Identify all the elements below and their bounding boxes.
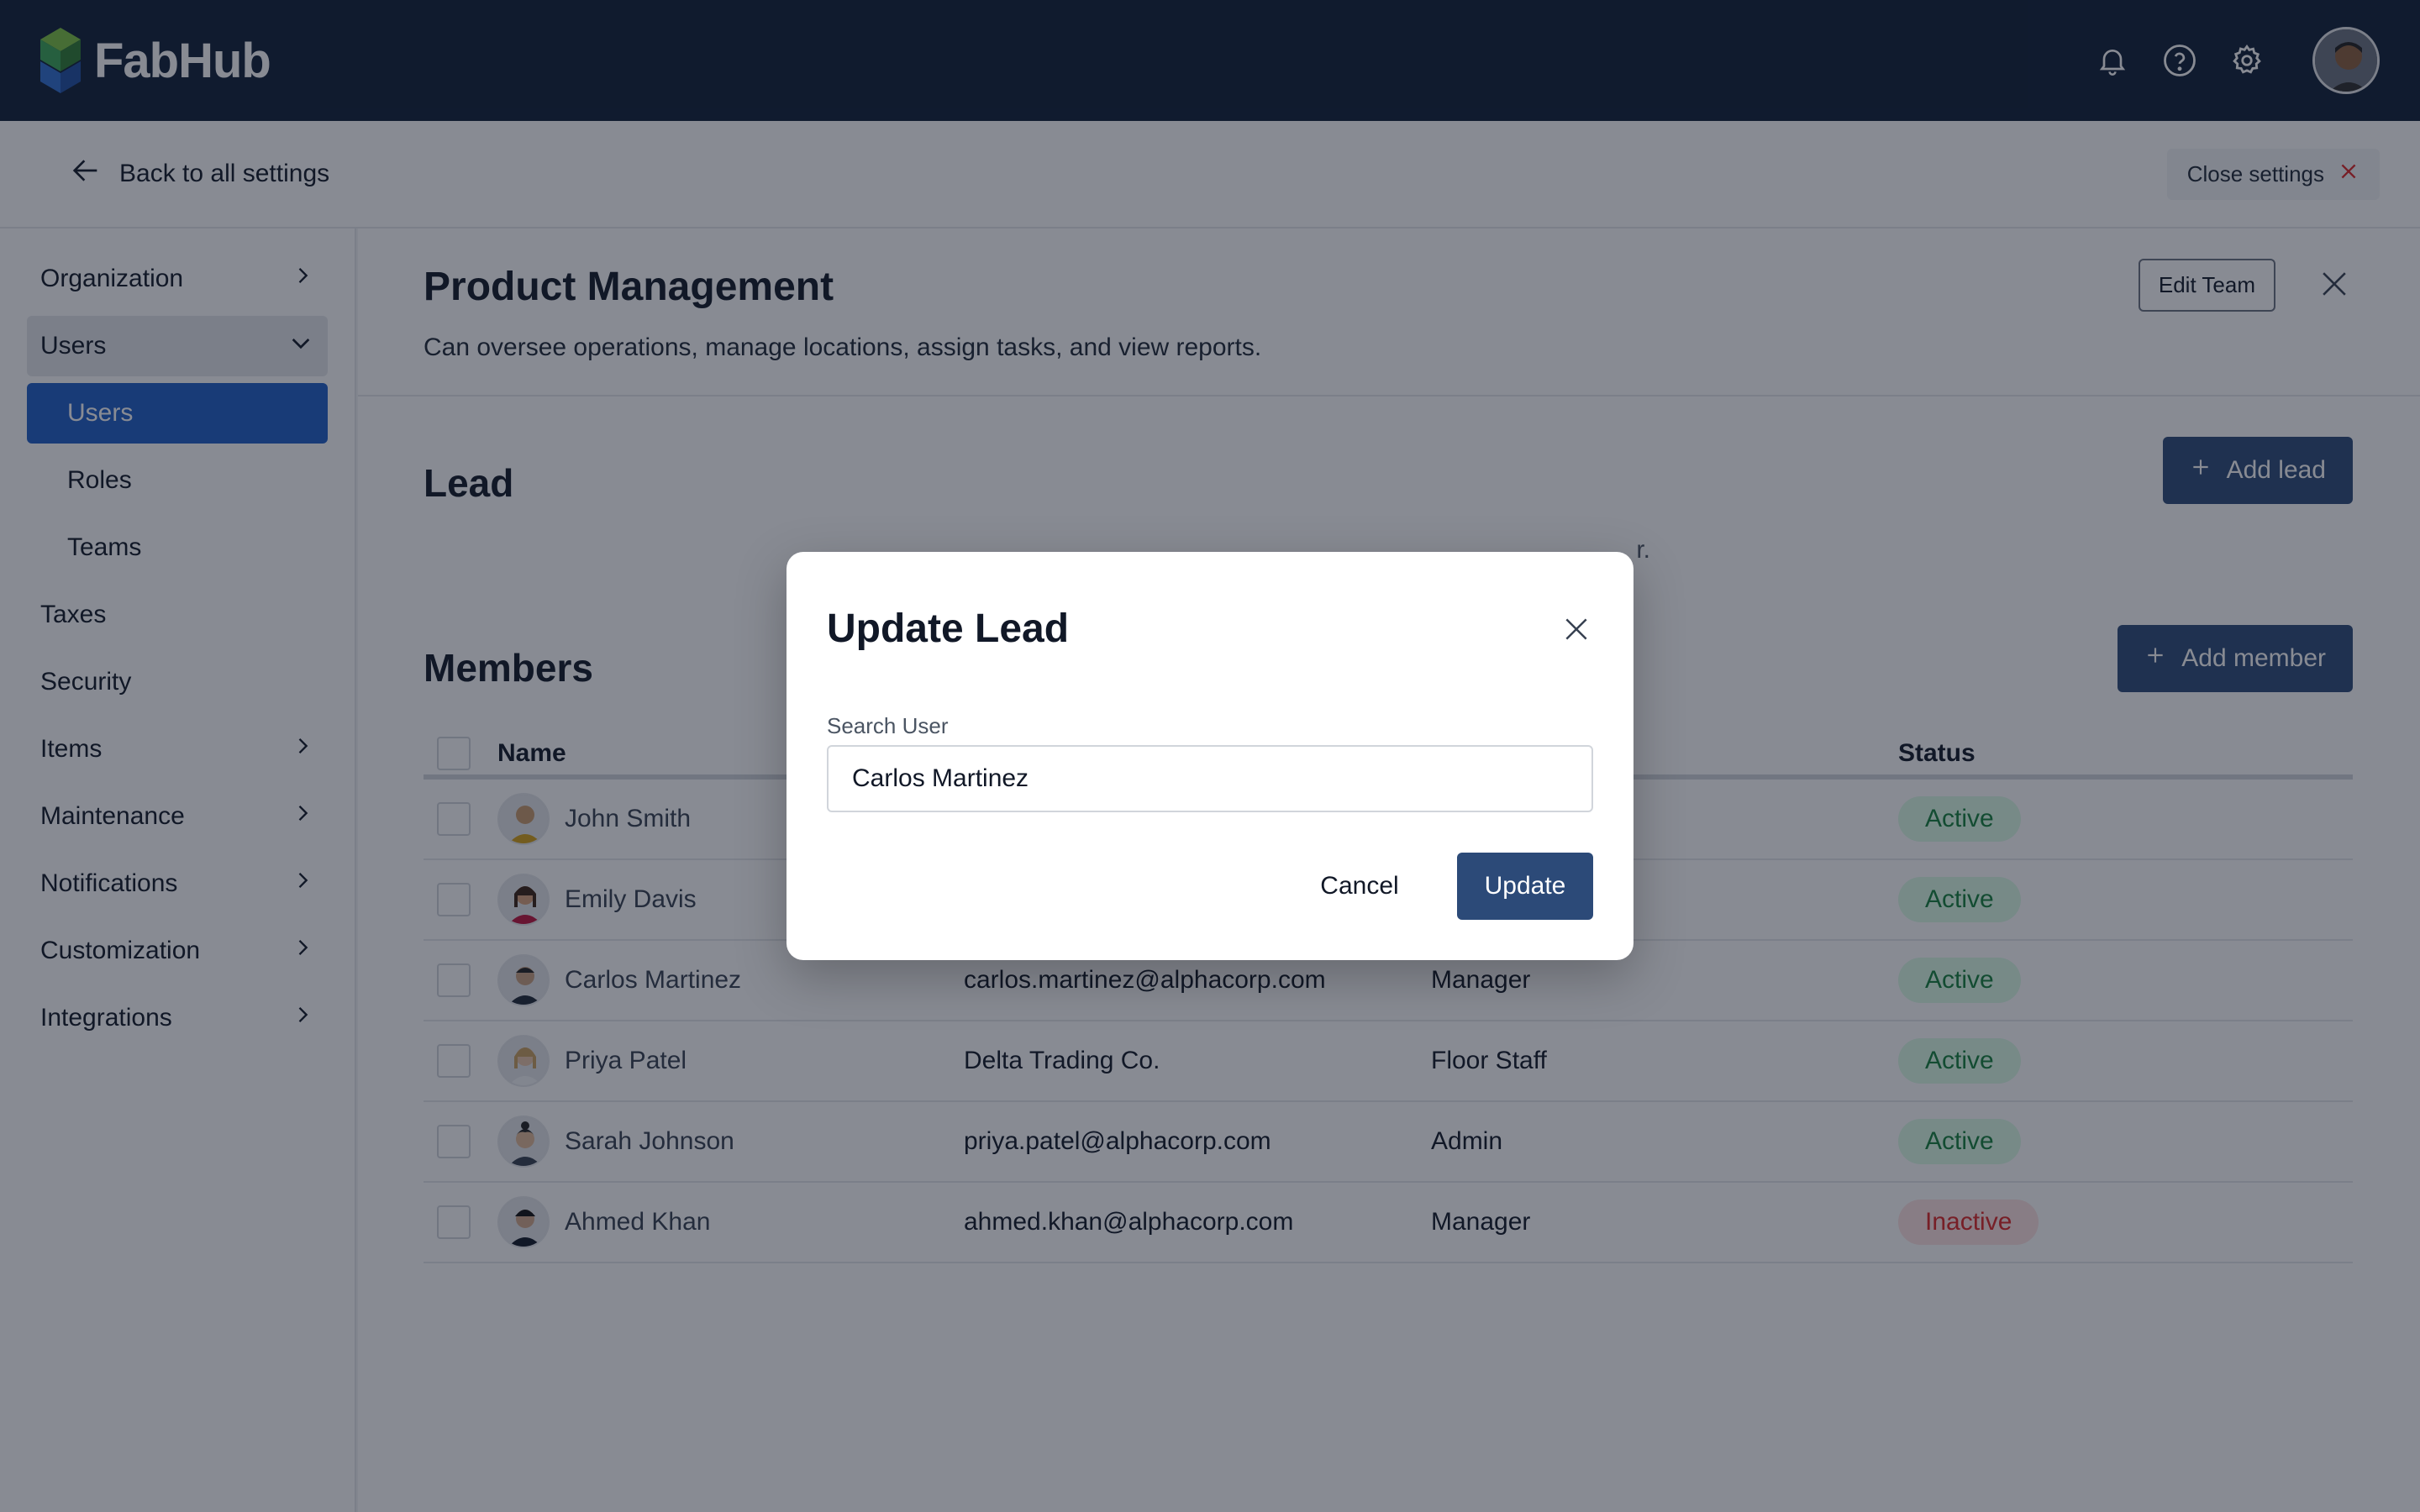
search-user-label: Search User: [827, 713, 949, 738]
update-button[interactable]: Update: [1457, 853, 1593, 920]
close-icon[interactable]: [1560, 612, 1593, 646]
dialog-title: Update Lead: [827, 606, 1070, 651]
cancel-button[interactable]: Cancel: [1291, 853, 1428, 920]
search-user-input[interactable]: [827, 745, 1593, 812]
update-lead-dialog: Update Lead Search User Cancel Update: [786, 552, 1634, 960]
